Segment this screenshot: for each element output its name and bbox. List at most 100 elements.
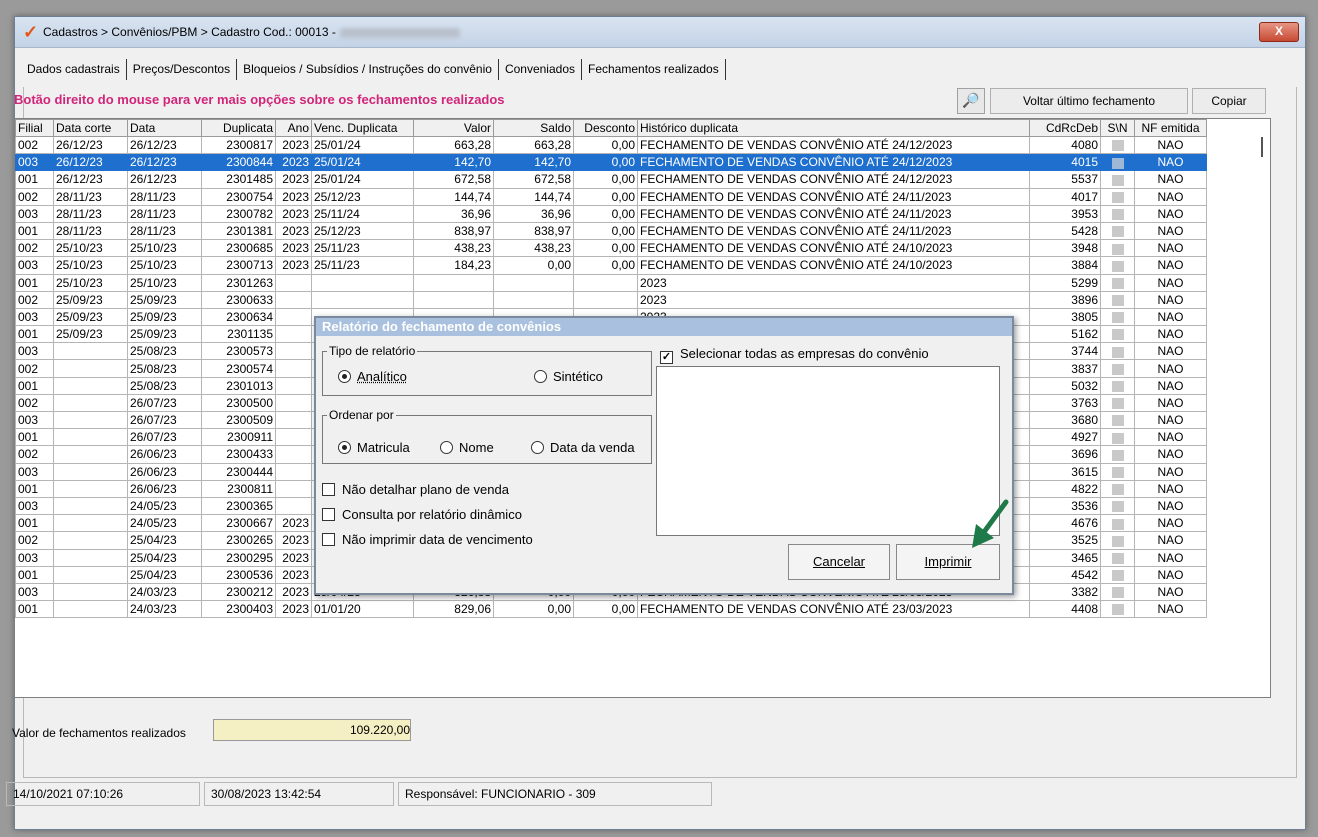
tab-bloqueios[interactable]: Bloqueios / Subsídios / Instruções do co… xyxy=(237,59,499,80)
table-row[interactable]: 003 25/10/23 25/10/23 2300713 2023 25/11/23 18… xyxy=(15,256,1207,275)
cancelar-button[interactable]: Cancelar xyxy=(788,544,890,580)
column-header[interactable]: NF emitida xyxy=(1134,119,1207,137)
sn-checkbox[interactable] xyxy=(1111,260,1124,272)
table-cell: NAO xyxy=(1134,600,1207,619)
sn-checkbox[interactable] xyxy=(1111,484,1124,496)
column-header[interactable]: Filial xyxy=(15,119,54,137)
search-icon[interactable]: 🔎 xyxy=(957,88,985,114)
table-cell: 0,00 xyxy=(493,600,574,619)
table-cell xyxy=(275,376,312,395)
table-row[interactable]: 001 24/03/23 2300403 2023 01/01/20 829,06 0,00… xyxy=(15,600,1207,619)
column-header[interactable]: Desconto xyxy=(573,119,638,137)
table-row[interactable]: 001 25/10/23 25/10/23 2301263 2023 5299 NAO xyxy=(15,273,1207,292)
sn-checkbox[interactable] xyxy=(1111,398,1124,410)
sn-checkbox[interactable] xyxy=(1111,501,1124,513)
sn-checkbox[interactable] xyxy=(1111,277,1124,289)
check-nao-detalhar[interactable]: Não detalhar plano de venda xyxy=(322,482,509,497)
check-selecionar-todas-box[interactable]: ✓ xyxy=(660,351,673,364)
sn-checkbox[interactable] xyxy=(1111,346,1124,358)
column-header[interactable]: Data xyxy=(127,119,202,137)
sn-checkbox[interactable] xyxy=(1111,381,1124,393)
radio-matricula-dot[interactable] xyxy=(338,441,351,454)
table-cell xyxy=(53,600,128,619)
radio-analitico[interactable]: Analítico xyxy=(338,369,407,384)
table-cell: NAO xyxy=(1134,204,1207,223)
tab-precos-descontos[interactable]: Preços/Descontos xyxy=(127,59,238,80)
table-row[interactable]: 002 25/10/23 25/10/23 2300685 2023 25/11/23 43… xyxy=(15,239,1207,258)
sn-checkbox[interactable] xyxy=(1111,587,1124,599)
check-nao-detalhar-box[interactable] xyxy=(322,483,335,496)
table-row[interactable]: 002 28/11/23 28/11/23 2300754 2023 25/12/23 14… xyxy=(15,187,1207,206)
sn-checkbox[interactable] xyxy=(1111,295,1124,307)
column-header[interactable]: Ano xyxy=(275,119,312,137)
sn-checkbox[interactable] xyxy=(1111,174,1124,186)
radio-analitico-dot[interactable] xyxy=(338,370,351,383)
table-cell: NAO xyxy=(1134,307,1207,327)
grid-scrollbar[interactable] xyxy=(1256,133,1268,693)
sn-checkbox[interactable] xyxy=(1111,140,1124,152)
column-header[interactable]: Data corte xyxy=(53,119,128,137)
column-header[interactable]: Venc. Duplicata xyxy=(311,119,414,137)
table-row[interactable]: 002 26/12/23 26/12/23 2300817 2023 25/01/24 66… xyxy=(15,135,1207,155)
column-header[interactable]: CdRcDeb xyxy=(1029,119,1101,137)
radio-matricula[interactable]: Matricula xyxy=(338,440,410,455)
column-header[interactable]: Histórico duplicata xyxy=(637,119,1030,137)
column-header[interactable]: Saldo xyxy=(493,119,574,137)
table-row[interactable]: 002 25/09/23 25/09/23 2300633 2023 3896 NAO xyxy=(15,290,1207,309)
radio-sintetico-dot[interactable] xyxy=(534,370,547,383)
voltar-ultimo-fechamento-button[interactable]: Voltar último fechamento xyxy=(990,88,1188,114)
table-row[interactable]: 001 28/11/23 28/11/23 2301381 2023 25/12/23 83… xyxy=(15,221,1207,241)
copiar-button[interactable]: Copiar xyxy=(1192,88,1266,114)
table-cell: NAO xyxy=(1134,325,1207,344)
check-selecionar-todas[interactable]: ✓ Selecionar todas as empresas do convêni… xyxy=(660,346,929,364)
table-cell xyxy=(275,307,312,327)
table-cell: 25/12/23 xyxy=(311,187,414,206)
radio-data-venda-dot[interactable] xyxy=(531,441,544,454)
radio-data-venda[interactable]: Data da venda xyxy=(531,440,635,455)
radio-sintetico[interactable]: Sintético xyxy=(534,369,603,384)
column-header[interactable]: Duplicata xyxy=(201,119,276,137)
sn-checkbox[interactable] xyxy=(1111,415,1124,427)
sn-checkbox[interactable] xyxy=(1111,466,1124,478)
sn-checkbox-cell xyxy=(1100,307,1135,327)
sn-checkbox[interactable] xyxy=(1111,604,1124,616)
check-relatorio-dinamico[interactable]: Consulta por relatório dinâmico xyxy=(322,507,522,522)
sn-checkbox[interactable] xyxy=(1111,243,1124,255)
table-cell: 26/07/23 xyxy=(127,410,202,430)
sn-checkbox[interactable] xyxy=(1111,191,1124,203)
sn-checkbox[interactable] xyxy=(1111,329,1124,341)
scroll-thumb[interactable] xyxy=(1261,137,1263,157)
sn-checkbox[interactable] xyxy=(1111,157,1124,169)
table-row[interactable]: 003 28/11/23 28/11/23 2300782 2023 25/11/24 36… xyxy=(15,204,1207,223)
check-nao-imprimir-vencimento-box[interactable] xyxy=(322,533,335,546)
column-header[interactable]: S\N xyxy=(1100,119,1135,137)
tab-conveniados[interactable]: Conveniados xyxy=(499,59,582,80)
table-cell: 4542 xyxy=(1029,565,1101,584)
radio-nome-dot[interactable] xyxy=(440,441,453,454)
close-button[interactable]: X xyxy=(1259,22,1299,42)
empresas-list[interactable] xyxy=(656,366,1000,536)
tab-dados-cadastrais[interactable]: Dados cadastrais xyxy=(21,59,127,80)
column-header[interactable]: Valor xyxy=(413,119,494,137)
check-relatorio-dinamico-box[interactable] xyxy=(322,508,335,521)
table-cell xyxy=(53,514,128,533)
radio-nome[interactable]: Nome xyxy=(440,440,494,455)
check-nao-imprimir-vencimento[interactable]: Não imprimir data de vencimento xyxy=(322,532,533,547)
table-row[interactable]: 003 26/12/23 26/12/23 2300844 2023 25/01/24 14… xyxy=(15,153,1207,172)
sn-checkbox[interactable] xyxy=(1111,518,1124,530)
table-row[interactable]: 001 26/12/23 26/12/23 2301485 2023 25/01/24 67… xyxy=(15,170,1207,189)
sn-checkbox[interactable] xyxy=(1111,552,1124,564)
sn-checkbox[interactable] xyxy=(1111,570,1124,582)
tab-fechamentos-realizados[interactable]: Fechamentos realizados xyxy=(582,59,726,80)
table-cell: 2023 xyxy=(275,514,312,533)
sn-checkbox[interactable] xyxy=(1111,432,1124,444)
sn-checkbox[interactable] xyxy=(1111,449,1124,461)
sn-checkbox[interactable] xyxy=(1111,363,1124,375)
sn-checkbox[interactable] xyxy=(1111,312,1124,324)
sn-checkbox[interactable] xyxy=(1111,535,1124,547)
table-cell: 2023 xyxy=(275,256,312,275)
table-cell xyxy=(275,445,312,464)
sn-checkbox-cell xyxy=(1100,462,1135,481)
sn-checkbox[interactable] xyxy=(1111,226,1124,238)
sn-checkbox[interactable] xyxy=(1111,209,1124,221)
